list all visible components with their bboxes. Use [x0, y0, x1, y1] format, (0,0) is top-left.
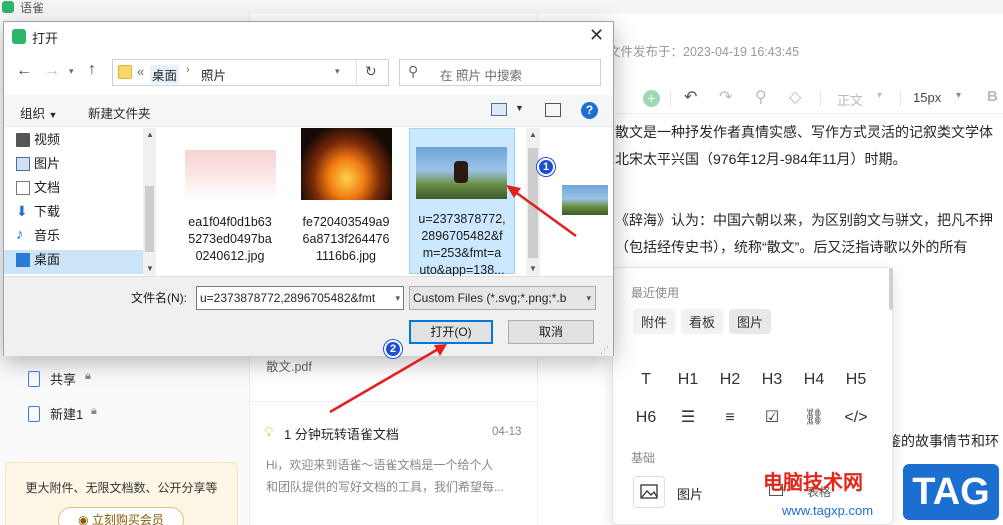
watermark-site-name: 电脑技术网: [763, 472, 863, 494]
arrow-1: [506, 185, 577, 238]
watermark-url: www.tagxp.com: [782, 503, 874, 518]
step-badge-2: 2: [384, 340, 402, 358]
step-badge-1: 1: [537, 158, 555, 176]
annotation-arrows: [329, 185, 577, 414]
watermark-tag-logo: TAG: [903, 464, 999, 520]
